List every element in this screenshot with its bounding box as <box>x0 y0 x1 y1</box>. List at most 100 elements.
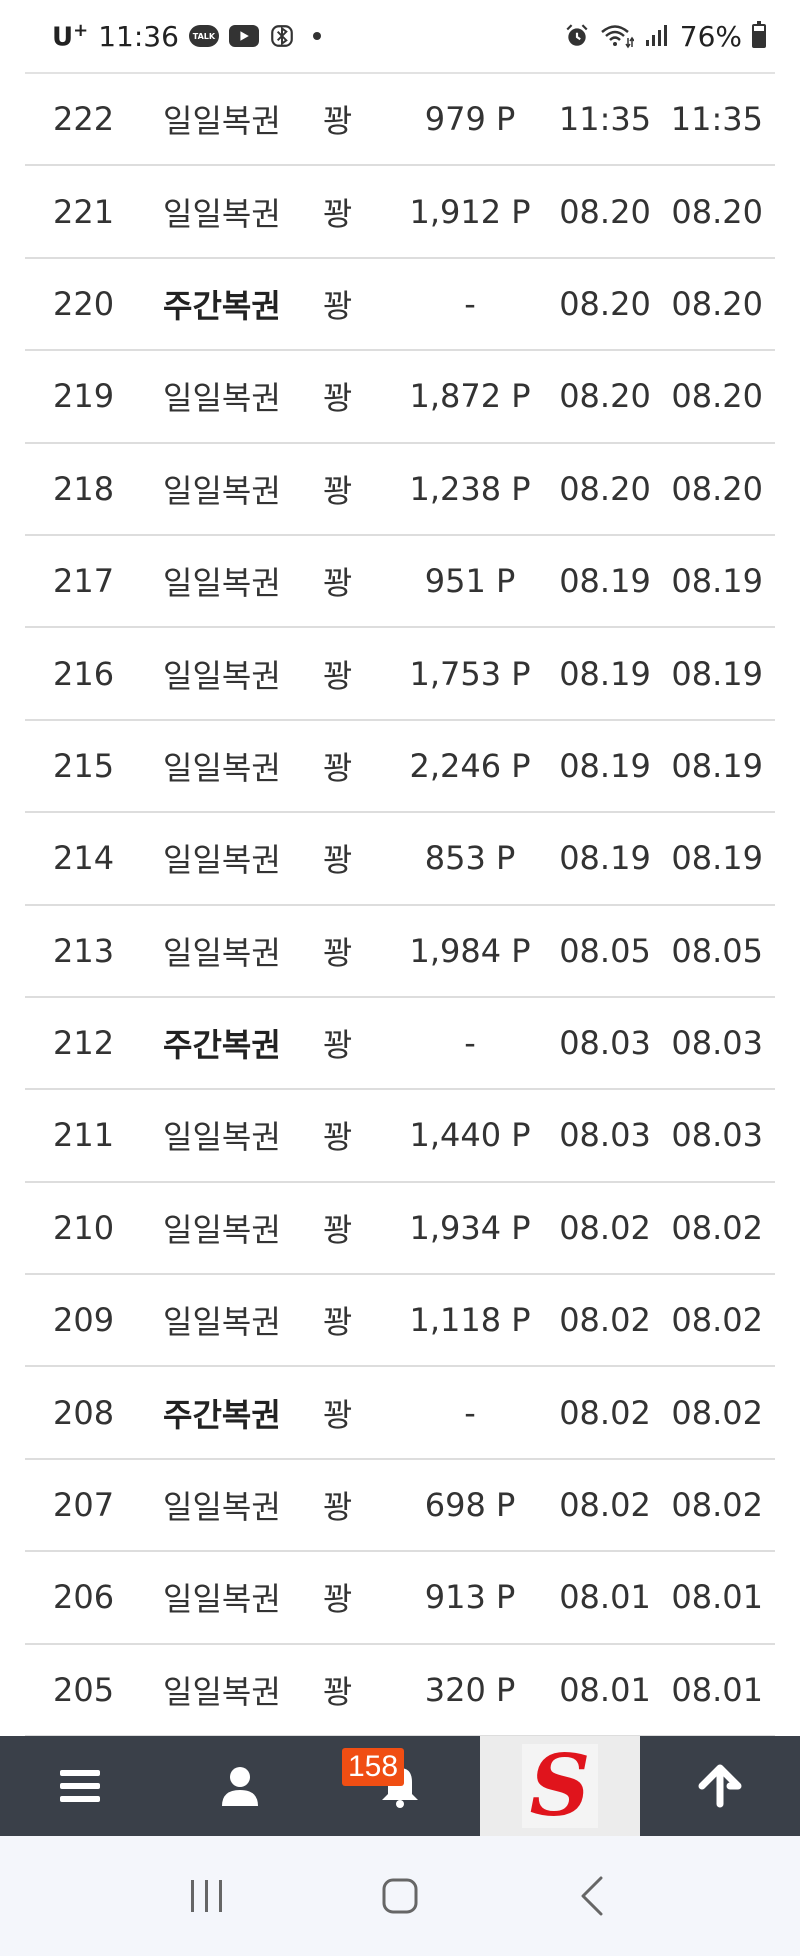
points-amount: 979 P <box>424 100 516 139</box>
table-row[interactable]: 217 일일복권 꽝 951 P 08.19 08.19 <box>25 536 775 629</box>
table-row[interactable]: 214 일일복권 꽝 853 P 08.19 08.19 <box>25 813 775 906</box>
row-number: 221 <box>53 192 115 231</box>
battery-icon <box>752 21 766 48</box>
scroll-top-button[interactable] <box>640 1736 800 1836</box>
points-amount: 1,238 P <box>409 469 531 508</box>
table-row[interactable]: 207 일일복권 꽝 698 P 08.02 08.02 <box>25 1460 775 1553</box>
clock: 11:36 <box>98 19 179 53</box>
draw-result: 꽝 <box>323 1395 353 1434</box>
lottery-type: 일일복권 <box>163 841 281 880</box>
table-row[interactable]: 220 주간복권 꽝 - 08.20 08.20 <box>25 259 775 352</box>
lottery-type: 주간복권 <box>163 1395 281 1434</box>
points-amount: 2,246 P <box>409 746 531 785</box>
row-number: 208 <box>53 1393 115 1432</box>
table-row[interactable]: 212 주간복권 꽝 - 08.03 08.03 <box>25 998 775 1091</box>
table-row[interactable]: 206 일일복권 꽝 913 P 08.01 08.01 <box>25 1552 775 1645</box>
status-bar: U+ 11:36 TALK 76% <box>0 0 800 72</box>
table-row[interactable]: 210 일일복권 꽝 1,934 P 08.02 08.02 <box>25 1183 775 1276</box>
site-logo-letter: S <box>529 1736 591 1835</box>
purchase-date: 08.02 <box>559 1208 651 1247</box>
site-logo-button[interactable]: S <box>480 1736 640 1836</box>
lottery-type: 일일복권 <box>163 1210 281 1249</box>
system-nav <box>0 1836 800 1956</box>
draw-date: 08.02 <box>671 1208 763 1247</box>
draw-date: 08.03 <box>671 1024 763 1063</box>
lottery-type: 일일복권 <box>163 379 281 418</box>
user-button[interactable] <box>160 1736 320 1836</box>
points-amount: 1,912 P <box>409 192 531 231</box>
draw-date: 08.05 <box>671 931 763 970</box>
table-row[interactable]: 222 일일복권 꽝 979 P 11:35 11:35 <box>25 74 775 167</box>
draw-date: 08.02 <box>671 1301 763 1340</box>
draw-result: 꽝 <box>323 1118 353 1157</box>
table-row[interactable]: 208 주간복권 꽝 - 08.02 08.02 <box>25 1367 775 1460</box>
draw-date: 08.20 <box>671 284 763 323</box>
purchase-date: 08.20 <box>559 192 651 231</box>
lottery-history-list[interactable]: 222 일일복권 꽝 979 P 11:35 11:35 221 일일복권 꽝 1,912 P 08… <box>25 72 775 1736</box>
points-amount: 1,753 P <box>409 654 531 693</box>
purchase-date: 08.19 <box>559 746 651 785</box>
table-row[interactable]: 213 일일복권 꽝 1,984 P 08.05 08.05 <box>25 906 775 998</box>
table-row[interactable]: 205 일일복권 꽝 320 P 08.01 08.01 <box>25 1645 775 1736</box>
draw-result: 꽝 <box>323 286 353 325</box>
purchase-date: 08.19 <box>559 654 651 693</box>
status-left: U+ 11:36 TALK <box>52 20 321 53</box>
draw-date: 08.02 <box>671 1393 763 1432</box>
lottery-type: 일일복권 <box>163 564 281 603</box>
back-button[interactable] <box>563 1866 623 1926</box>
draw-date: 08.03 <box>671 1116 763 1155</box>
lottery-type: 일일복권 <box>163 1118 281 1157</box>
draw-date: 08.01 <box>671 1578 763 1617</box>
purchase-date: 08.02 <box>559 1486 651 1525</box>
wifi-icon <box>600 23 634 49</box>
points-amount: - <box>464 284 476 323</box>
recent-apps-icon <box>190 1880 222 1912</box>
draw-date: 08.20 <box>671 377 763 416</box>
battery-percent: 76% <box>679 19 742 53</box>
recent-apps-button[interactable] <box>177 1866 237 1926</box>
lottery-type: 일일복권 <box>163 656 281 695</box>
table-row[interactable]: 221 일일복권 꽝 1,912 P 08.20 08.20 <box>25 166 775 259</box>
menu-button[interactable] <box>0 1736 160 1836</box>
table-row[interactable]: 211 일일복권 꽝 1,440 P 08.03 08.03 <box>25 1090 775 1183</box>
table-row[interactable]: 215 일일복권 꽝 2,246 P 08.19 08.19 <box>25 721 775 814</box>
draw-date: 08.19 <box>671 654 763 693</box>
home-button[interactable] <box>370 1866 430 1926</box>
table-row[interactable]: 209 일일복권 꽝 1,118 P 08.02 08.02 <box>25 1275 775 1368</box>
purchase-date: 08.02 <box>559 1301 651 1340</box>
bottom-nav: 158 S <box>0 1736 800 1836</box>
row-number: 209 <box>53 1301 115 1340</box>
points-amount: - <box>464 1393 476 1432</box>
notification-button[interactable]: 158 <box>320 1736 480 1836</box>
table-row[interactable]: 218 일일복권 꽝 1,238 P 08.20 08.20 <box>25 444 775 536</box>
purchase-date: 08.02 <box>559 1393 651 1432</box>
row-number: 214 <box>53 839 115 878</box>
draw-result: 꽝 <box>323 1580 353 1619</box>
row-number: 215 <box>53 746 115 785</box>
draw-result: 꽝 <box>323 471 353 510</box>
status-right: 76% <box>564 20 766 53</box>
purchase-date: 08.20 <box>559 469 651 508</box>
draw-result: 꽝 <box>323 102 353 141</box>
points-amount: 698 P <box>424 1486 516 1525</box>
points-amount: 1,440 P <box>409 1116 531 1155</box>
draw-date: 08.19 <box>671 839 763 878</box>
arrow-up-icon <box>698 1764 742 1808</box>
draw-result: 꽝 <box>323 841 353 880</box>
draw-result: 꽝 <box>323 1210 353 1249</box>
points-amount: 853 P <box>424 839 516 878</box>
talk-icon: TALK <box>188 25 219 47</box>
purchase-date: 08.20 <box>559 284 651 323</box>
draw-date: 08.19 <box>671 562 763 601</box>
notification-dot-icon <box>312 32 321 40</box>
user-icon <box>222 1767 258 1806</box>
signal-icon <box>644 24 670 48</box>
table-row[interactable]: 216 일일복권 꽝 1,753 P 08.19 08.19 <box>25 628 775 721</box>
draw-date: 08.02 <box>671 1486 763 1525</box>
draw-date: 08.01 <box>671 1670 763 1709</box>
row-number: 220 <box>53 284 115 323</box>
table-row[interactable]: 219 일일복권 꽝 1,872 P 08.20 08.20 <box>25 351 775 444</box>
points-amount: 951 P <box>424 562 516 601</box>
back-icon <box>581 1876 603 1916</box>
row-number: 222 <box>53 100 115 139</box>
